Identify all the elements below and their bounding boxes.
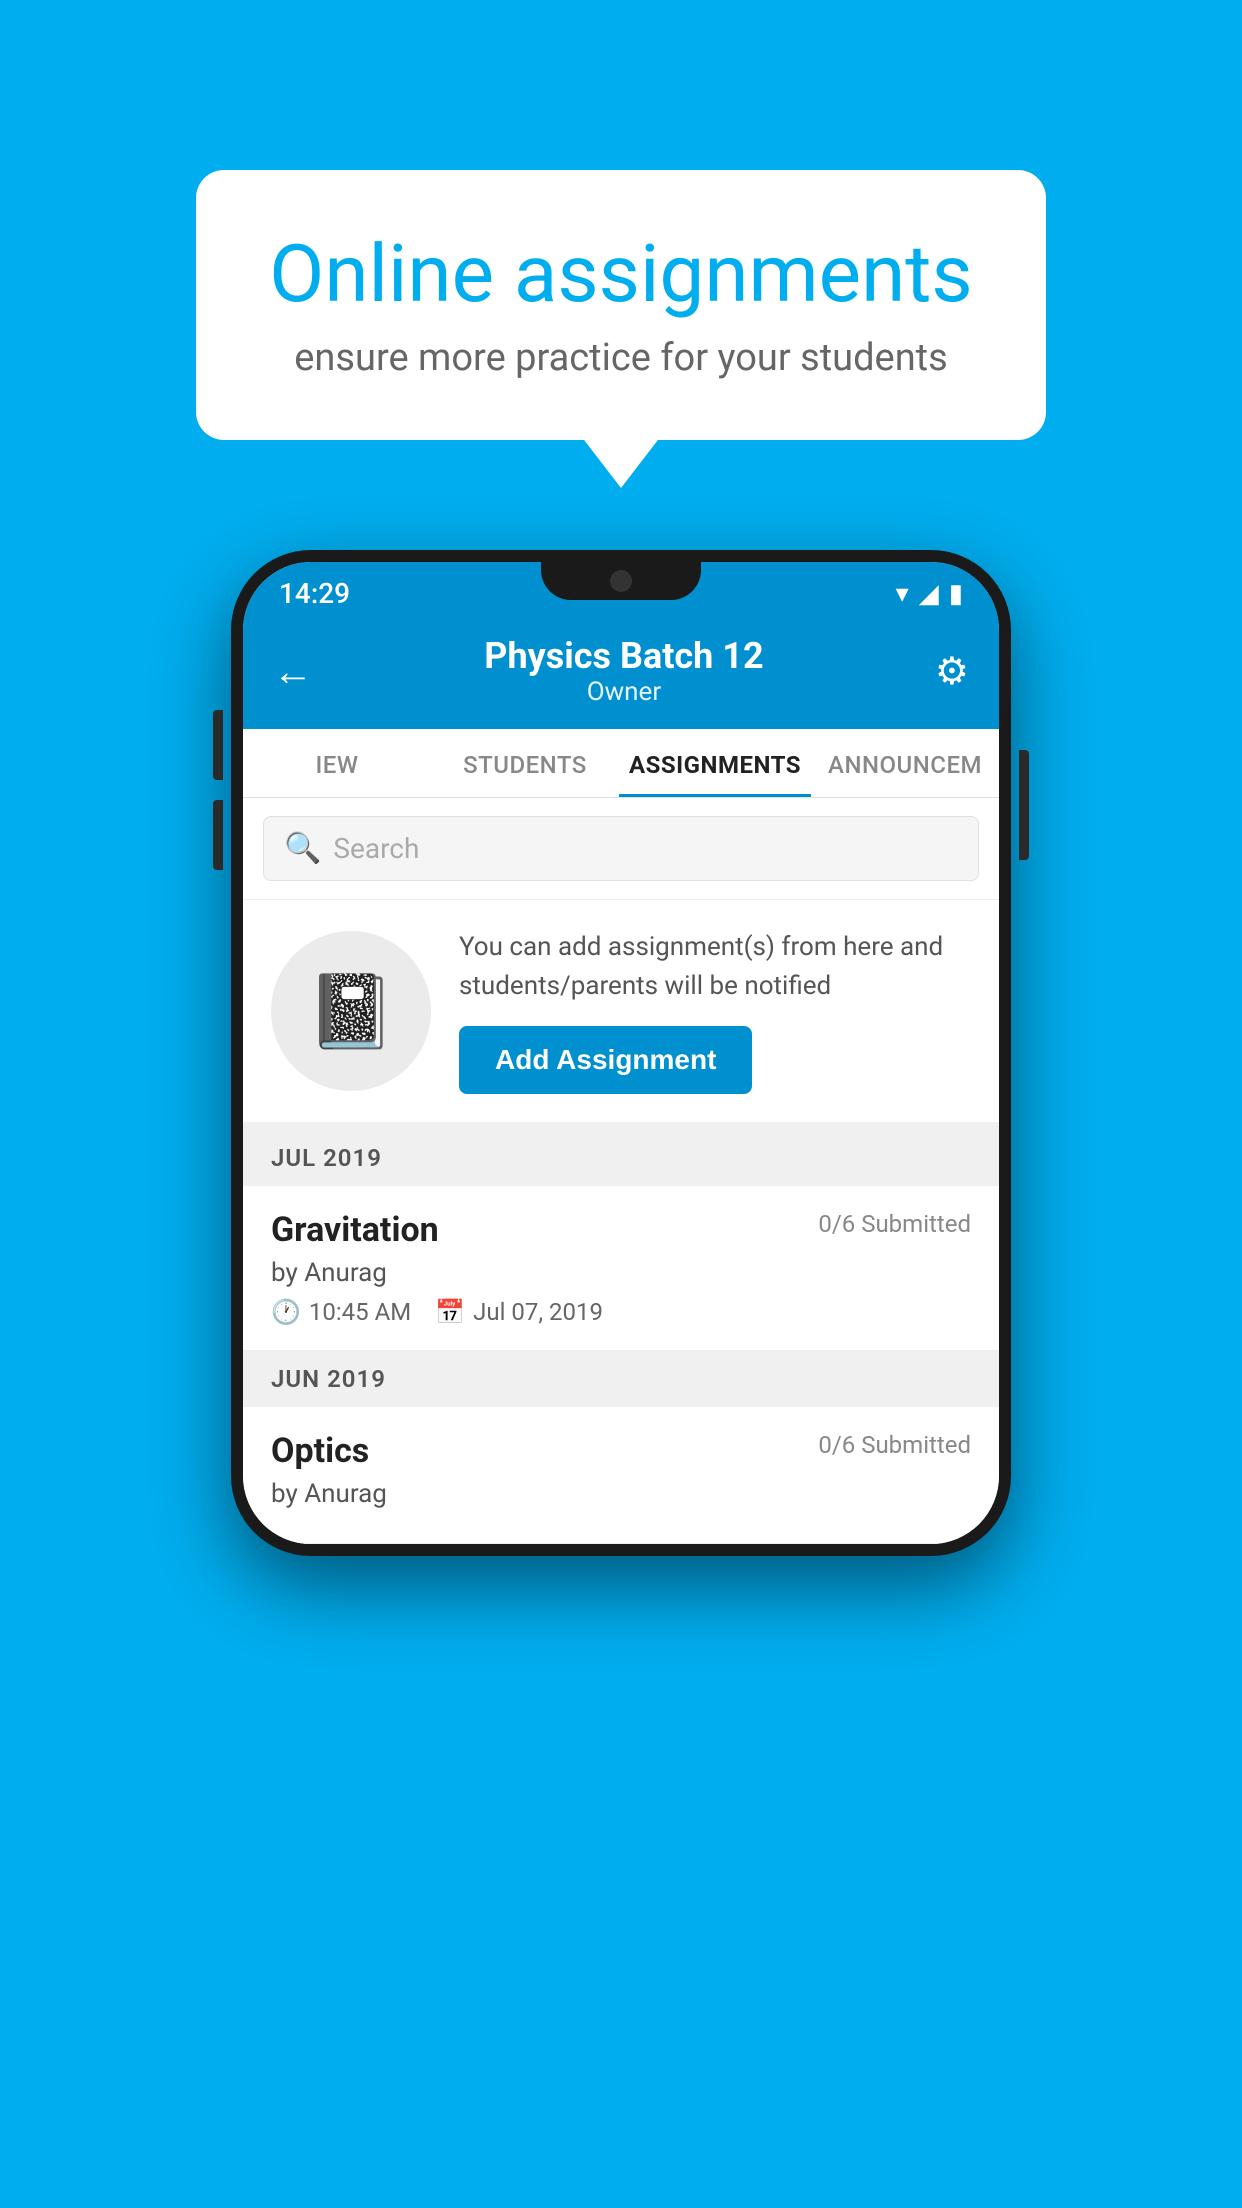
assignment-item-gravitation[interactable]: Gravitation 0/6 Submitted by Anurag 🕐 10… <box>243 1186 999 1351</box>
assignment-by-optics: by Anurag <box>271 1479 971 1509</box>
bubble-subtitle: ensure more practice for your students <box>266 336 976 380</box>
phone-wrapper: 14:29 ▾ ◢ ▮ ← Physics Batch 12 Owner ⚙ I… <box>231 550 1011 1556</box>
section-header-jul: JUL 2019 <box>243 1130 999 1186</box>
assignment-name: Gravitation <box>271 1210 439 1250</box>
tabs-bar: IEW STUDENTS ASSIGNMENTS ANNOUNCEM <box>243 729 999 798</box>
app-header: ← Physics Batch 12 Owner ⚙ <box>243 617 999 729</box>
status-time: 14:29 <box>279 577 350 610</box>
assignment-by: by Anurag <box>271 1258 971 1288</box>
camera-icon <box>610 570 632 592</box>
assignment-time: 🕐 10:45 AM <box>271 1298 411 1326</box>
assignment-row-top-2: Optics 0/6 Submitted <box>271 1431 971 1471</box>
assignment-icon-circle: 📓 <box>271 931 431 1091</box>
assignment-submitted-optics: 0/6 Submitted <box>818 1431 971 1459</box>
header-center: Physics Batch 12 Owner <box>484 635 763 707</box>
tab-assignments[interactable]: ASSIGNMENTS <box>619 729 811 797</box>
signal-icon: ◢ <box>919 579 939 609</box>
section-header-jun: JUN 2019 <box>243 1351 999 1407</box>
volume-down-button <box>213 800 223 870</box>
clock-icon: 🕐 <box>271 1298 301 1326</box>
time-value: 10:45 AM <box>309 1298 411 1326</box>
date-value: Jul 07, 2019 <box>473 1298 603 1326</box>
assignment-date: 📅 Jul 07, 2019 <box>435 1298 603 1326</box>
search-icon: 🔍 <box>284 831 321 866</box>
tab-announcements[interactable]: ANNOUNCEM <box>811 729 999 797</box>
wifi-icon: ▾ <box>896 579 909 609</box>
phone-screen: 14:29 ▾ ◢ ▮ ← Physics Batch 12 Owner ⚙ I… <box>243 562 999 1544</box>
search-bar-container: 🔍 Search <box>243 798 999 900</box>
notebook-icon: 📓 <box>306 969 396 1054</box>
tab-students[interactable]: STUDENTS <box>431 729 619 797</box>
assignment-submitted: 0/6 Submitted <box>818 1210 971 1238</box>
assignment-info: You can add assignment(s) from here and … <box>459 928 971 1094</box>
bubble-title: Online assignments <box>266 230 976 318</box>
settings-icon[interactable]: ⚙ <box>935 649 969 694</box>
volume-up-button <box>213 710 223 780</box>
battery-icon: ▮ <box>949 579 963 609</box>
status-icons: ▾ ◢ ▮ <box>896 579 963 609</box>
assignment-description: You can add assignment(s) from here and … <box>459 928 971 1006</box>
header-title: Physics Batch 12 <box>484 635 763 677</box>
header-subtitle: Owner <box>484 677 763 707</box>
speech-bubble-container: Online assignments ensure more practice … <box>196 170 1046 440</box>
speech-bubble: Online assignments ensure more practice … <box>196 170 1046 440</box>
add-assignment-button[interactable]: Add Assignment <box>459 1026 752 1094</box>
search-bar[interactable]: 🔍 Search <box>263 816 979 881</box>
assignment-item-optics[interactable]: Optics 0/6 Submitted by Anurag <box>243 1407 999 1544</box>
back-button[interactable]: ← <box>273 648 313 695</box>
tab-iew[interactable]: IEW <box>243 729 431 797</box>
phone-notch <box>541 562 701 600</box>
power-button <box>1019 750 1029 860</box>
assignment-meta: 🕐 10:45 AM 📅 Jul 07, 2019 <box>271 1298 971 1326</box>
calendar-icon: 📅 <box>435 1298 465 1326</box>
add-assignment-section: 📓 You can add assignment(s) from here an… <box>243 900 999 1130</box>
assignment-name-optics: Optics <box>271 1431 369 1471</box>
phone-outer: 14:29 ▾ ◢ ▮ ← Physics Batch 12 Owner ⚙ I… <box>231 550 1011 1556</box>
assignment-row-top: Gravitation 0/6 Submitted <box>271 1210 971 1250</box>
search-placeholder: Search <box>333 832 419 865</box>
